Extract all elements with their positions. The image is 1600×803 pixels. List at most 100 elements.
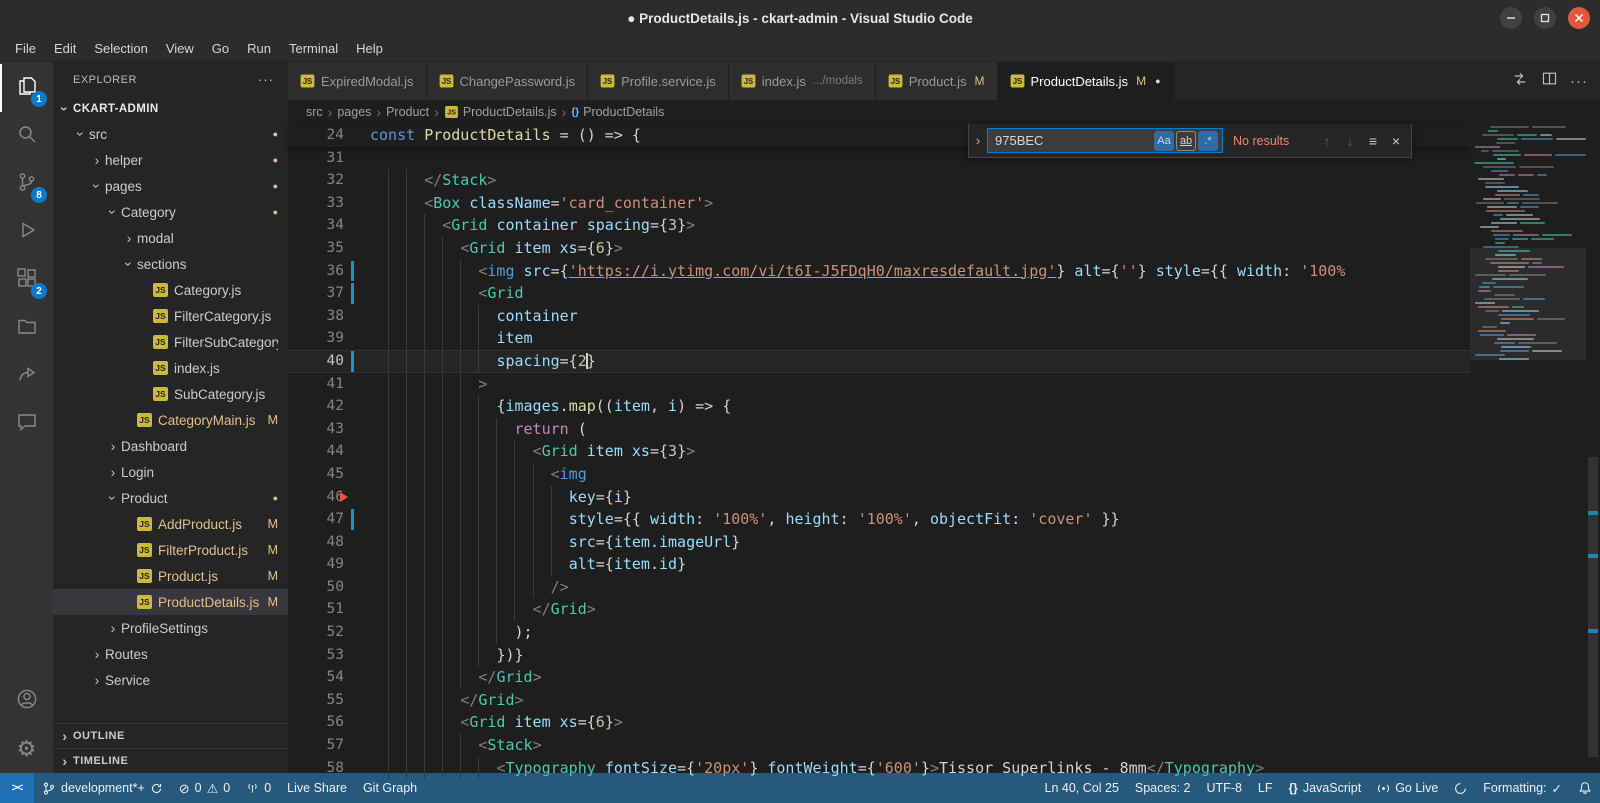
code-line-50[interactable]: 50 /> <box>288 576 1470 599</box>
activity-explorer[interactable]: 1 <box>0 64 53 112</box>
code-line-46[interactable]: 46 key={i} <box>288 486 1470 509</box>
line-number[interactable]: 43 <box>288 418 344 441</box>
tab-changepassword-js[interactable]: JSChangePassword.js <box>427 62 589 100</box>
tree-item-helper[interactable]: ›helper● <box>53 147 288 173</box>
outline-section[interactable]: › OUTLINE <box>53 723 288 748</box>
breadcrumb-pages[interactable]: pages <box>337 105 371 119</box>
toggle-replace-icon[interactable]: › <box>969 133 987 148</box>
line-number[interactable]: 44 <box>288 440 344 463</box>
tree-item-modal[interactable]: ›modal <box>53 225 288 251</box>
line-number[interactable]: 52 <box>288 621 344 644</box>
code-line-34[interactable]: 34 <Grid container spacing={3}> <box>288 214 1470 237</box>
code-line-41[interactable]: 41 > <box>288 373 1470 396</box>
menu-edit[interactable]: Edit <box>45 36 85 61</box>
tree-item-filterproduct-js[interactable]: JSFilterProduct.jsM <box>53 537 288 563</box>
line-number[interactable]: 33 <box>288 192 344 215</box>
code-line-43[interactable]: 43 return ( <box>288 418 1470 441</box>
tree-item-categorymain-js[interactable]: JSCategoryMain.jsM <box>53 407 288 433</box>
line-number[interactable]: 57 <box>288 734 344 757</box>
tree-item-profilesettings[interactable]: ›ProfileSettings <box>53 615 288 641</box>
tree-item-index-js[interactable]: JSindex.js <box>53 355 288 381</box>
minimap-slider[interactable] <box>1470 248 1586 360</box>
workspace-root[interactable]: › CKART-ADMIN <box>53 97 288 121</box>
breadcrumb-src[interactable]: src <box>306 105 323 119</box>
tree-item-category-js[interactable]: JSCategory.js <box>53 277 288 303</box>
tree-item-productdetails-js[interactable]: JSProductDetails.jsM <box>53 589 288 615</box>
code-line-47[interactable]: 47 style={{ width: '100%', height: '100%… <box>288 508 1470 531</box>
line-number[interactable]: 41 <box>288 373 344 396</box>
code-editor[interactable]: › 975BEC Aa ab .* No results ↑ ↓ ≡ × 24c… <box>288 124 1600 773</box>
activity-source-control[interactable]: 8 <box>0 160 53 208</box>
code-line-55[interactable]: 55 </Grid> <box>288 689 1470 712</box>
tree-item-src[interactable]: ›src● <box>53 121 288 147</box>
code-line-54[interactable]: 54 </Grid> <box>288 666 1470 689</box>
minimap[interactable] <box>1470 124 1586 773</box>
line-number[interactable]: 58 <box>288 757 344 780</box>
compare-changes-icon[interactable] <box>1511 70 1529 93</box>
code-line-57[interactable]: 57 <Stack> <box>288 734 1470 757</box>
split-editor-icon[interactable] <box>1541 70 1558 92</box>
activity-live-share[interactable] <box>0 352 53 400</box>
settings-button[interactable]: ⚙ <box>0 725 53 773</box>
line-number[interactable]: 39 <box>288 327 344 350</box>
find-input[interactable]: 975BEC Aa ab .* <box>987 128 1223 153</box>
code-line-48[interactable]: 48 src={item.imageUrl} <box>288 531 1470 554</box>
code-line-32[interactable]: 32 </Stack> <box>288 169 1470 192</box>
tree-item-addproduct-js[interactable]: JSAddProduct.jsM <box>53 511 288 537</box>
activity-comments[interactable] <box>0 400 53 448</box>
line-number[interactable]: 54 <box>288 666 344 689</box>
line-number[interactable]: 36 <box>288 260 344 283</box>
dirty-dot[interactable]: ● <box>1155 76 1160 86</box>
tree-item-login[interactable]: ›Login <box>53 459 288 485</box>
more-actions-icon[interactable]: ··· <box>1570 73 1588 90</box>
line-number[interactable]: 24 <box>288 124 344 147</box>
timeline-section[interactable]: › TIMELINE <box>53 748 288 773</box>
tree-item-product-js[interactable]: JSProduct.jsM <box>53 563 288 589</box>
code-line-38[interactable]: 38 container <box>288 305 1470 328</box>
tab-product-js[interactable]: JSProduct.jsM <box>876 62 998 100</box>
close-button[interactable] <box>1568 7 1590 29</box>
code-line-37[interactable]: 37 <Grid <box>288 282 1470 305</box>
line-number[interactable]: 38 <box>288 305 344 328</box>
minimize-button[interactable] <box>1500 7 1522 29</box>
tab-profile-service-js[interactable]: JSProfile.service.js <box>588 62 729 100</box>
line-number[interactable]: 48 <box>288 531 344 554</box>
code-line-36[interactable]: 36 <img src={'https://i.ytimg.com/vi/t6I… <box>288 260 1470 283</box>
tab-productdetails-js[interactable]: JSProductDetails.jsM● <box>998 62 1174 100</box>
line-number[interactable]: 34 <box>288 214 344 237</box>
line-number[interactable]: 47 <box>288 508 344 531</box>
line-number[interactable]: 56 <box>288 711 344 734</box>
tree-item-service[interactable]: ›Service <box>53 667 288 693</box>
ports-status[interactable]: 0 <box>238 773 279 803</box>
line-number[interactable]: 55 <box>288 689 344 712</box>
line-number[interactable]: 45 <box>288 463 344 486</box>
menu-view[interactable]: View <box>157 36 203 61</box>
notifications-bell[interactable] <box>1570 773 1600 803</box>
code-line-58[interactable]: 58 <Typography fontSize={'20px'} fontWei… <box>288 757 1470 780</box>
code-line-35[interactable]: 35 <Grid item xs={6}> <box>288 237 1470 260</box>
vertical-scrollbar[interactable] <box>1586 124 1600 773</box>
tree-item-routes[interactable]: ›Routes <box>53 641 288 667</box>
remote-indicator[interactable]: >< <box>0 773 34 803</box>
breadcrumb-productdetails-js[interactable]: JSProductDetails.js <box>444 105 557 119</box>
line-number[interactable]: 50 <box>288 576 344 599</box>
activity-run-debug[interactable] <box>0 208 53 256</box>
maximize-button[interactable] <box>1534 7 1556 29</box>
tree-item-subcategory-js[interactable]: JSSubCategory.js <box>53 381 288 407</box>
tree-item-product[interactable]: ›Product● <box>53 485 288 511</box>
code-line-44[interactable]: 44 <Grid item xs={3}> <box>288 440 1470 463</box>
explorer-more-actions[interactable]: ··· <box>258 72 274 87</box>
code-line-49[interactable]: 49 alt={item.id} <box>288 553 1470 576</box>
line-number[interactable]: 35 <box>288 237 344 260</box>
line-number[interactable]: 40 <box>288 350 344 373</box>
menu-run[interactable]: Run <box>238 36 280 61</box>
code-line-40[interactable]: 40 spacing={2} <box>288 350 1470 373</box>
menu-file[interactable]: File <box>6 36 45 61</box>
previous-match-icon[interactable]: ↑ <box>1316 130 1338 152</box>
formatter-status[interactable]: Formatting: ✓ <box>1475 773 1570 803</box>
code-line-42[interactable]: 42 {images.map((item, i) => { <box>288 395 1470 418</box>
menu-help[interactable]: Help <box>347 36 392 61</box>
code-line-56[interactable]: 56 <Grid item xs={6}> <box>288 711 1470 734</box>
activity-search[interactable] <box>0 112 53 160</box>
line-number[interactable]: 53 <box>288 644 344 667</box>
